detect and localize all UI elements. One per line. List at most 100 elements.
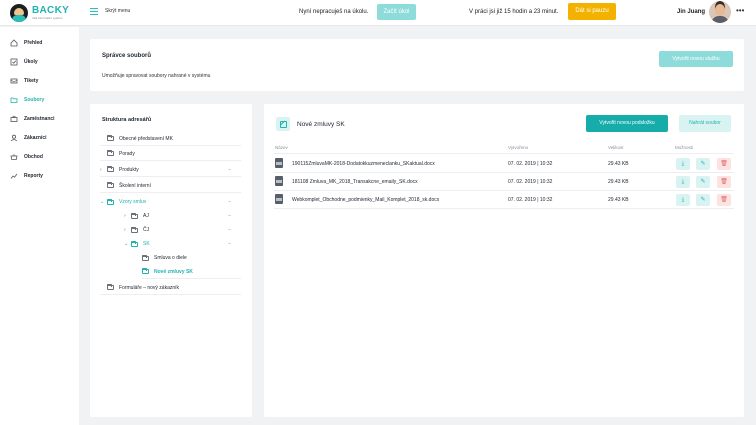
tree-item-label: Formuláře – nový zákazník	[119, 284, 180, 291]
tree-item-cj[interactable]: › ČJ ···	[124, 223, 241, 237]
edit-icon[interactable]: ✎	[696, 176, 710, 188]
folder-icon	[142, 268, 149, 274]
more-icon[interactable]: ···	[228, 199, 232, 205]
folder-icon	[107, 182, 114, 188]
home-icon	[10, 39, 18, 47]
tree-item-label: Smluva o diele	[154, 255, 187, 261]
folder-name: Nové zmluvy SK	[297, 120, 345, 128]
sidebar: Přehled Úkoly Tikety Soubory Zaměstnanci…	[0, 27, 79, 425]
page-subtitle: Umožňuje spravovat soubory nahrané v sys…	[102, 73, 211, 79]
tree-item-nove-zmluvy-sk[interactable]: Nové zmluvy SK	[142, 265, 241, 279]
table-row[interactable]: 181108 Zmluva_MK_2018_Transakcne_emaily_…	[274, 173, 734, 191]
sidebar-item-zamestnanci[interactable]: Zaměstnanci	[10, 113, 55, 125]
download-icon[interactable]: ⤓	[676, 158, 690, 170]
task-status-text: Nyní nepracuješ na úkolu.	[299, 9, 369, 15]
page-title: Správce souborů	[102, 53, 152, 59]
chevron-right-icon[interactable]: ›	[100, 167, 107, 173]
tree-item-skoleni[interactable]: Školení interní	[100, 179, 241, 193]
file-name[interactable]: 181108 Zmluva_MK_2018_Transakcne_emaily_…	[292, 179, 418, 185]
shop-icon	[10, 154, 18, 160]
employees-icon	[10, 115, 18, 122]
files-panel: Nové zmluvy SK Vytvořit novou podsložku …	[264, 104, 744, 417]
column-header-name[interactable]: Název	[275, 145, 288, 150]
app-tagline: Váš informační systém	[32, 16, 63, 20]
tree-item-formulare[interactable]: Formuláře – nový zákazník	[100, 281, 241, 295]
upload-file-button[interactable]: Nahrát soubor	[679, 115, 731, 132]
tree-item-label: Nové zmluvy SK	[154, 268, 193, 275]
tree-item-label: Produkty	[119, 166, 139, 173]
tree-item-porady[interactable]: Porady	[100, 147, 241, 161]
tree-item-label: Obecné představení MK	[119, 135, 173, 142]
chevron-right-icon[interactable]: ›	[124, 227, 131, 233]
file-name[interactable]: 190115ZmluvaMK-2018-Dodatokkuzmeneclanku…	[292, 161, 435, 167]
tree-item-label: Vzory smluv	[119, 199, 147, 205]
edit-icon[interactable]	[276, 117, 290, 131]
chevron-down-icon[interactable]: ⌄	[124, 241, 131, 247]
folder-icon	[107, 135, 114, 141]
tree-item-aj[interactable]: › AJ ···	[124, 209, 241, 223]
top-bar: BACKY Váš informační systém Skrýt menu N…	[0, 0, 756, 26]
sidebar-item-ukoly[interactable]: Úkoly	[10, 56, 38, 68]
file-created: 07. 02. 2019 | 10:32	[508, 179, 553, 185]
file-size: 29.43 KB	[608, 197, 629, 203]
folder-icon	[107, 198, 114, 205]
delete-icon[interactable]: 🗑	[717, 176, 731, 188]
tree-item-label: SK	[143, 241, 150, 247]
edit-icon[interactable]: ✎	[696, 194, 710, 206]
sidebar-item-soubory[interactable]: Soubory	[10, 94, 44, 106]
pause-button[interactable]: Dát si pauzu	[568, 3, 616, 20]
avatar[interactable]	[709, 1, 731, 23]
folder-header: Nové zmluvy SK	[276, 117, 345, 131]
document-icon	[275, 194, 283, 204]
file-created: 07. 02. 2019 | 10:32	[508, 161, 553, 167]
tree-item-sk[interactable]: ⌄ SK ···	[124, 237, 241, 251]
chevron-right-icon[interactable]: ›	[124, 213, 131, 219]
sidebar-item-obchod[interactable]: Obchod	[10, 151, 43, 163]
file-name[interactable]: Webkomplet_Obchodne_podmienky_Mail_Kompl…	[292, 197, 439, 203]
more-icon[interactable]: ···	[228, 227, 232, 233]
more-icon[interactable]: •••	[736, 7, 744, 15]
tasks-icon	[10, 58, 18, 66]
hamburger-icon[interactable]	[90, 8, 98, 15]
folder-icon	[142, 254, 149, 261]
user-name[interactable]: Jin Juang	[677, 9, 705, 15]
sidebar-item-label: Obchod	[24, 154, 43, 160]
tree-item-obecne[interactable]: Obecné představení MK	[100, 132, 241, 146]
column-header-created[interactable]: Vytvořeno	[508, 145, 528, 150]
column-header-actions: Možnosti	[675, 145, 694, 150]
column-header-size[interactable]: Velikost	[608, 145, 624, 150]
folder-icon	[131, 212, 138, 219]
sidebar-item-label: Zaměstnanci	[24, 116, 55, 122]
tree-item-smluva-o-diele[interactable]: Smluva o diele	[142, 251, 241, 265]
sidebar-item-reporty[interactable]: Reporty	[10, 170, 43, 182]
tree-item-produkty[interactable]: › Produkty ···	[100, 163, 241, 177]
more-icon[interactable]: ···	[228, 213, 232, 219]
folder-icon	[10, 97, 18, 103]
sidebar-item-label: Přehled	[24, 40, 43, 46]
tree-item-label: ČJ	[143, 227, 150, 233]
download-icon[interactable]: ⤓	[676, 176, 690, 188]
start-task-button[interactable]: Začít úkol	[377, 4, 416, 20]
delete-icon[interactable]: 🗑	[717, 194, 731, 206]
edit-icon[interactable]: ✎	[696, 158, 710, 170]
more-icon[interactable]: ···	[228, 167, 232, 173]
sidebar-item-prehled[interactable]: Přehled	[10, 37, 42, 49]
delete-icon[interactable]: 🗑	[717, 158, 731, 170]
hide-menu-link[interactable]: Skrýt menu	[105, 8, 130, 14]
download-icon[interactable]: ⤓	[676, 194, 690, 206]
folder-icon	[131, 226, 138, 233]
folder-icon	[131, 240, 138, 247]
sidebar-item-label: Úkoly	[24, 59, 38, 65]
create-service-button[interactable]: Vytvořit novou službu	[659, 51, 733, 67]
sidebar-item-label: Soubory	[24, 97, 45, 103]
sidebar-item-zakaznici[interactable]: Zákazníci	[10, 132, 47, 144]
tree-item-vzory-smluv[interactable]: ⌄ Vzory smluv ···	[100, 195, 241, 209]
create-subfolder-button[interactable]: Vytvořit novou podsložku	[586, 115, 668, 132]
chevron-down-icon[interactable]: ⌄	[100, 199, 107, 205]
more-icon[interactable]: ···	[228, 241, 232, 247]
app-logo[interactable]: BACKY Váš informační systém	[10, 4, 69, 22]
tree-item-label: AJ	[143, 213, 149, 219]
table-row[interactable]: Webkomplet_Obchodne_podmienky_Mail_Kompl…	[274, 191, 734, 209]
table-row[interactable]: 190115ZmluvaMK-2018-Dodatokkuzmeneclanku…	[274, 155, 734, 173]
sidebar-item-tikety[interactable]: Tikety	[10, 75, 38, 87]
